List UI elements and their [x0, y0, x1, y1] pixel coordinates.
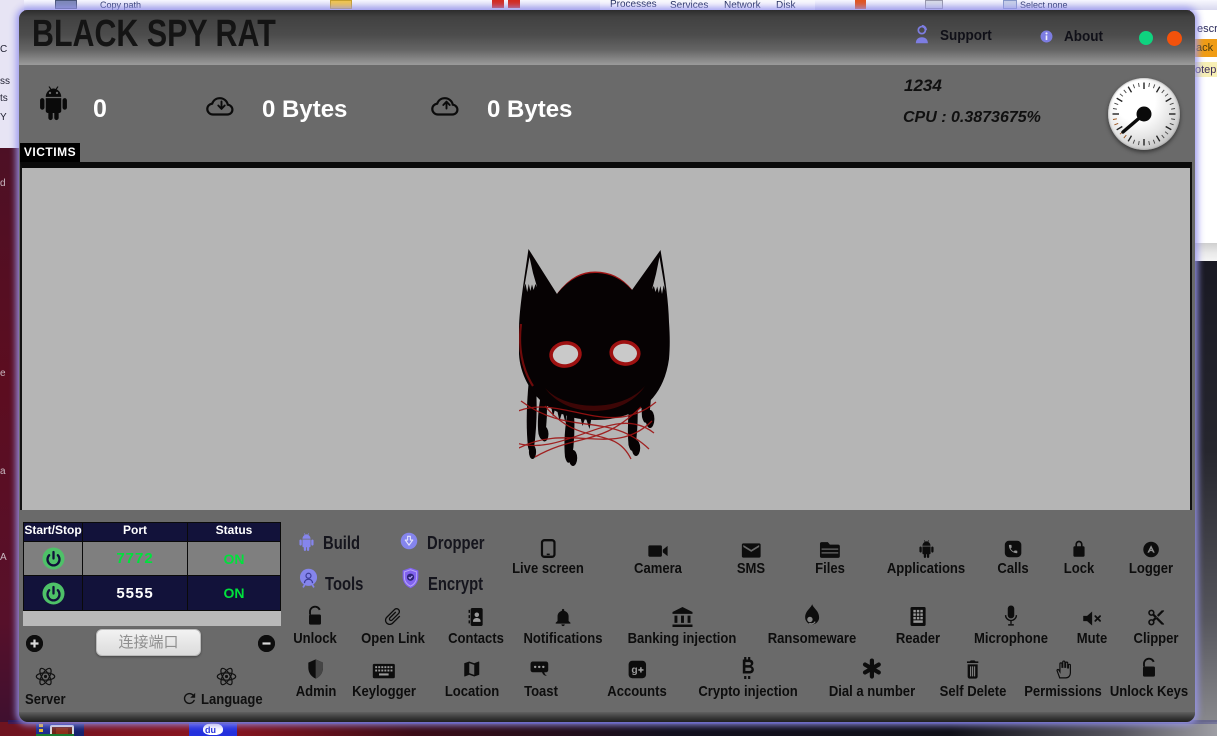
svg-text:g: g [631, 665, 637, 676]
